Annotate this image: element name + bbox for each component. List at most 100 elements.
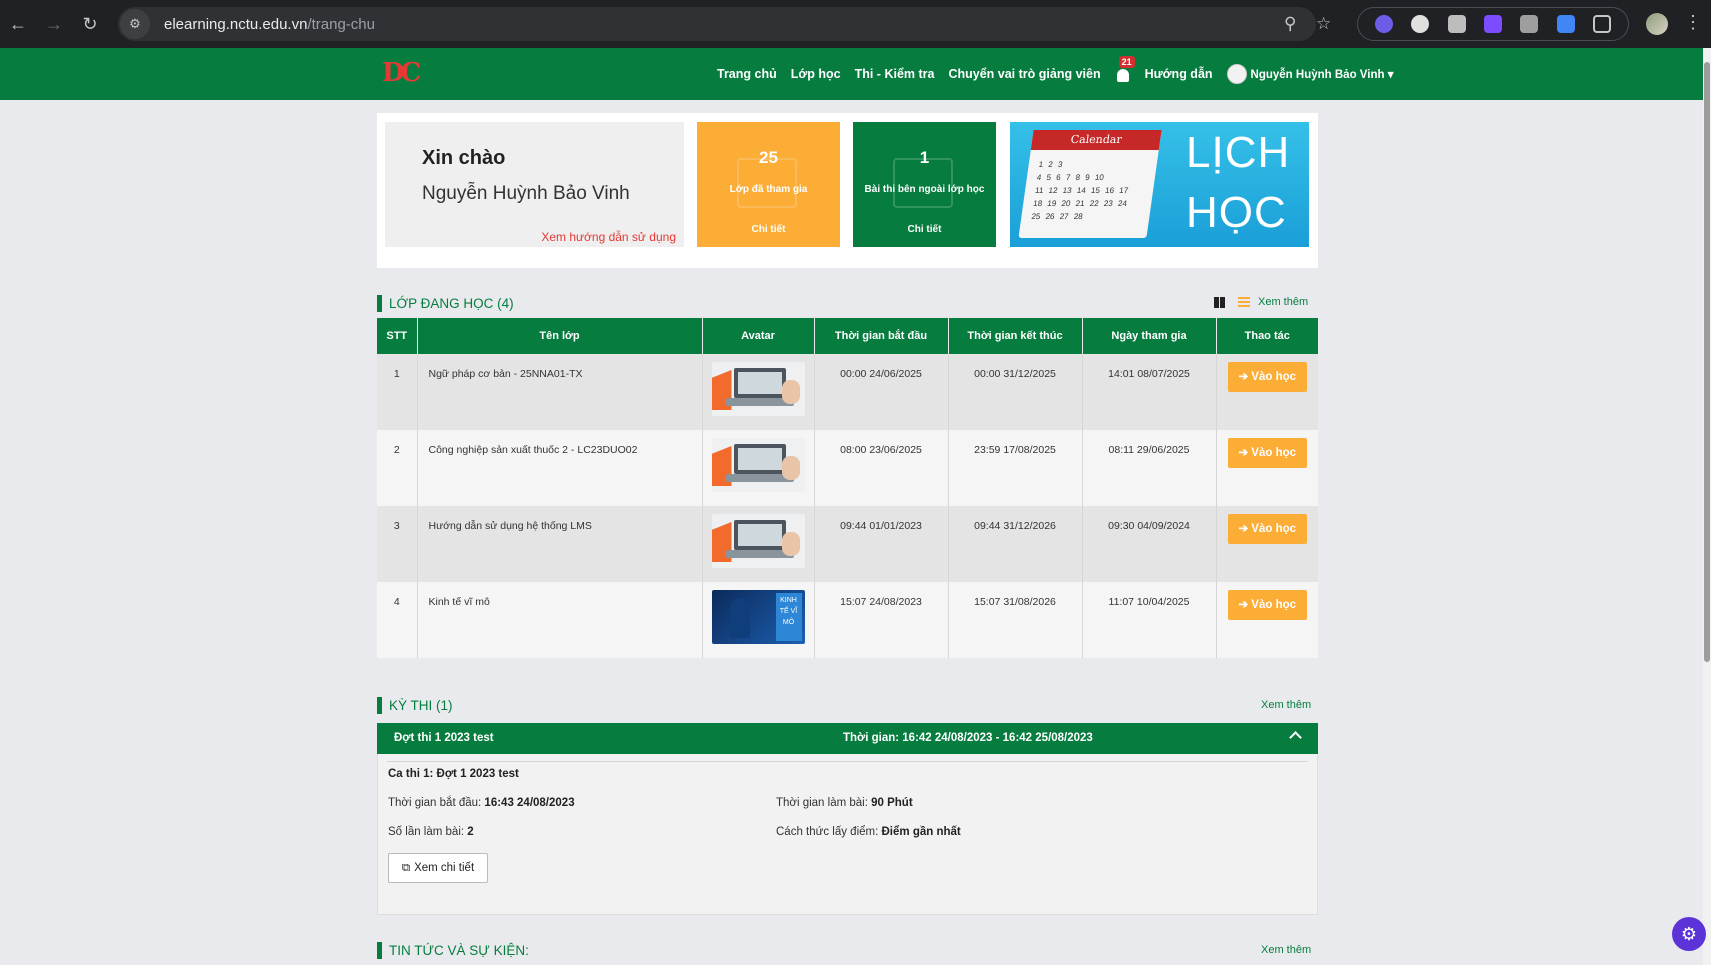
col-class-name: Tên lớp: [417, 318, 703, 354]
row-actions: ➔ Vào học: [1216, 582, 1318, 658]
external-exams-label: Bài thi bên ngoài lớp học: [864, 184, 985, 195]
menu-classes[interactable]: Lớp học: [791, 67, 841, 81]
external-link-icon: ⧉: [401, 861, 411, 874]
row-class-name[interactable]: Kinh tế vĩ mô: [417, 582, 703, 658]
col-start: Thời gian bắt đầu: [814, 318, 949, 354]
extension-camera-icon[interactable]: [1447, 15, 1466, 33]
profile-avatar[interactable]: [1646, 13, 1668, 35]
menu-home[interactable]: Trang chủ: [717, 67, 777, 81]
class-avatar-image[interactable]: [711, 362, 805, 416]
row-end: 15:07 31/08/2026: [948, 582, 1083, 658]
class-avatar-image[interactable]: KINH TẾ VĨ MÔ: [711, 590, 805, 644]
schedule-banner-line2: HỌC: [1186, 188, 1287, 237]
row-start: 15:07 24/08/2023: [814, 582, 949, 658]
classes-table: STT Tên lớp Avatar Thời gian bắt đầu Thờ…: [377, 318, 1318, 658]
bookmark-star-icon[interactable]: ☆: [1316, 14, 1331, 34]
news-section-header: TIN TỨC VÀ SỰ KIỆN:: [377, 940, 529, 960]
greeting-card: Xin chào Nguyễn Huỳnh Bảo Vinh Xem hướng…: [385, 122, 684, 247]
row-end: 00:00 31/12/2025: [948, 354, 1083, 430]
row-actions: ➔ Vào học: [1216, 354, 1318, 430]
enter-class-button[interactable]: ➔ Vào học: [1227, 514, 1307, 544]
class-avatar-image[interactable]: [711, 514, 805, 568]
joined-classes-label: Lớp đã tham gia: [729, 184, 808, 195]
joined-classes-count: 25: [759, 148, 778, 167]
row-stt: 2: [377, 430, 418, 506]
menu-exams[interactable]: Thi - Kiểm tra: [855, 67, 935, 81]
user-avatar[interactable]: [1226, 64, 1247, 84]
url-text[interactable]: elearning.nctu.edu.vn/trang-chu: [164, 16, 375, 33]
joined-classes-card[interactable]: 25 Lớp đã tham gia Chi tiết: [697, 122, 840, 247]
avatar-caption: KINH TẾ VĨ MÔ: [775, 593, 802, 641]
browser-toolbar: ← → ↻ ⚙ elearning.nctu.edu.vn/trang-chu …: [0, 0, 1711, 48]
page-scrollbar[interactable]: [1703, 48, 1711, 965]
settings-gear-icon[interactable]: ⚙: [1672, 917, 1706, 951]
row-avatar: [702, 506, 815, 582]
exam-duration: Thời gian làm bài: 90 Phút: [776, 797, 913, 809]
main-menu: Trang chủ Lớp học Thi - Kiểm tra Chuyển …: [717, 48, 1393, 100]
schedule-banner[interactable]: Calendar 1 2 34 5 6 7 8 9 10 11 12 13 14 …: [1010, 122, 1309, 247]
back-icon[interactable]: ←: [0, 6, 36, 42]
row-start: 09:44 01/01/2023: [814, 506, 949, 582]
external-exams-detail-link[interactable]: Chi tiết: [853, 224, 996, 235]
dashboard-cards: Xin chào Nguyễn Huỳnh Bảo Vinh Xem hướng…: [377, 113, 1318, 268]
row-class-name[interactable]: Hướng dẫn sử dụng hệ thống LMS: [417, 506, 703, 582]
site-header: DC Trang chủ Lớp học Thi - Kiểm tra Chuy…: [0, 48, 1703, 100]
exam-session-name: Ca thi 1: Đợt 1 2023 test: [388, 768, 519, 780]
forward-icon[interactable]: →: [36, 6, 72, 42]
site-info-icon[interactable]: ⚙: [120, 9, 150, 39]
url-path: /trang-chu: [307, 15, 375, 33]
extensions-puzzle-icon[interactable]: [1592, 15, 1611, 33]
row-avatar: KINH TẾ VĨ MÔ: [702, 582, 815, 658]
joined-classes-detail-link[interactable]: Chi tiết: [697, 224, 840, 235]
table-row: 4 Kinh tế vĩ mô KINH TẾ VĨ MÔ 15:07 24/0…: [377, 582, 1318, 658]
view-detail-button[interactable]: ⧉ Xem chi tiết: [388, 853, 488, 883]
enter-class-button[interactable]: ➔ Vào học: [1227, 590, 1307, 620]
news-section-title: TIN TỨC VÀ SỰ KIỆN:: [389, 942, 529, 958]
row-joined: 11:07 10/04/2025: [1082, 582, 1217, 658]
user-menu[interactable]: Nguyễn Huỳnh Bảo Vinh ▾: [1251, 67, 1394, 81]
row-avatar: [702, 354, 815, 430]
row-class-name[interactable]: Công nghiệp sản xuất thuốc 2 - LC23DUO02: [417, 430, 703, 506]
schedule-banner-line1: LỊCH: [1186, 128, 1291, 177]
address-bar[interactable]: ⚙ elearning.nctu.edu.vn/trang-chu ⚲ ☆: [118, 7, 1331, 41]
enter-class-button[interactable]: ➔ Vào học: [1227, 438, 1307, 468]
extension-cloud-icon[interactable]: [1411, 15, 1430, 33]
extension-copy-icon[interactable]: [1520, 15, 1539, 33]
exam-attempts: Số lần làm bài: 2: [388, 826, 474, 838]
exam-scoring-method: Cách thức lấy điểm: Điểm gần nhất: [776, 826, 961, 838]
site-logo[interactable]: DC: [382, 56, 421, 92]
grid-view-icon[interactable]: [1214, 297, 1225, 308]
exam-round-name: Đợt thi 1 2023 test: [394, 732, 494, 744]
menu-switch-role[interactable]: Chuyển vai trò giảng viên: [948, 67, 1100, 81]
greeting-name: Nguyễn Huỳnh Bảo Vinh: [422, 183, 630, 204]
list-view-icon[interactable]: [1238, 297, 1250, 308]
exam-start-time: Thời gian bắt đầu: 16:43 24/08/2023: [388, 797, 575, 809]
user-name: Nguyễn Huỳnh Bảo Vinh: [1250, 69, 1385, 81]
browser-menu-icon[interactable]: ⋮: [1684, 12, 1702, 33]
class-avatar-image[interactable]: [711, 438, 805, 492]
exam-round-header[interactable]: Đợt thi 1 2023 test Thời gian: 16:42 24/…: [377, 723, 1318, 754]
exams-section-header: KỲ THI (1): [377, 695, 453, 715]
row-class-name[interactable]: Ngữ pháp cơ bản - 25NNA01-TX: [417, 354, 703, 430]
col-end: Thời gian kết thúc: [948, 318, 1083, 354]
row-joined: 14:01 08/07/2025: [1082, 354, 1217, 430]
collapse-chevron-icon[interactable]: [1289, 731, 1302, 744]
extension-translate-icon[interactable]: [1556, 15, 1575, 33]
row-joined: 08:11 29/06/2025: [1082, 430, 1217, 506]
extension-brain-icon[interactable]: [1375, 15, 1394, 33]
exams-see-more-link[interactable]: Xem thêm: [1261, 699, 1311, 711]
extensions-group: [1357, 7, 1629, 41]
menu-guide[interactable]: Hướng dẫn: [1145, 67, 1213, 81]
guide-link[interactable]: Xem hướng dẫn sử dụng: [541, 230, 676, 244]
notification-bell-icon[interactable]: 21: [1115, 56, 1135, 83]
zoom-icon[interactable]: ⚲: [1284, 14, 1296, 34]
scrollbar-thumb[interactable]: [1704, 62, 1710, 662]
news-see-more-link[interactable]: Xem thêm: [1261, 944, 1311, 956]
external-exams-card[interactable]: 1 Bài thi bên ngoài lớp học Chi tiết: [853, 122, 996, 247]
reload-icon[interactable]: ↻: [72, 6, 108, 42]
enter-class-button[interactable]: ➔ Vào học: [1227, 362, 1307, 392]
extension-gear-icon[interactable]: [1483, 15, 1502, 33]
exam-round-time: Thời gian: 16:42 24/08/2023 - 16:42 25/0…: [843, 732, 1093, 744]
col-avatar: Avatar: [702, 318, 815, 354]
classes-see-more-link[interactable]: Xem thêm: [1258, 296, 1308, 308]
